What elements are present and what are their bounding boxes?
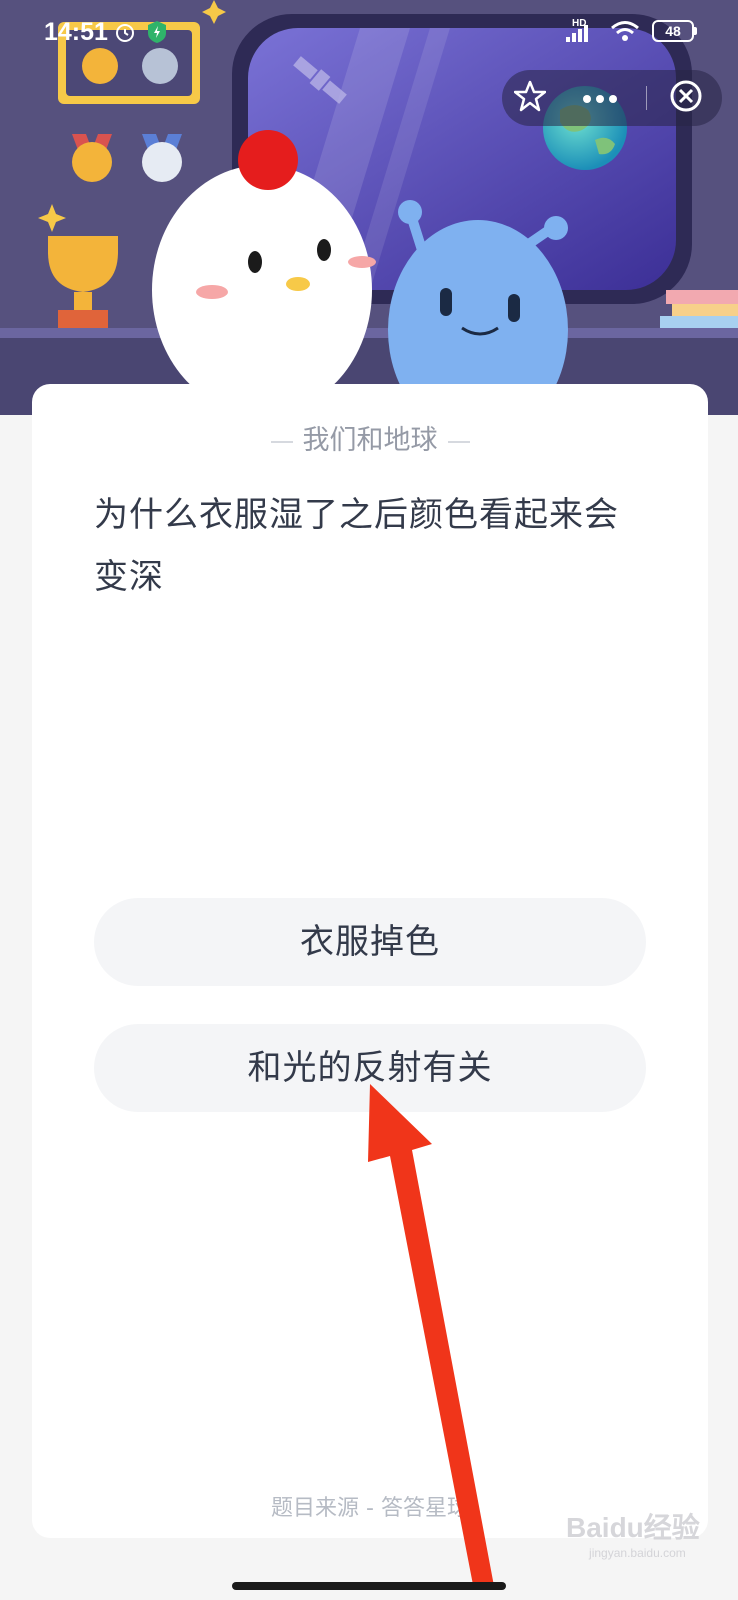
home-indicator[interactable] [232,1582,506,1590]
red-arrow-annotation [368,1084,494,1590]
annotation-arrow-layer [368,1084,494,1590]
